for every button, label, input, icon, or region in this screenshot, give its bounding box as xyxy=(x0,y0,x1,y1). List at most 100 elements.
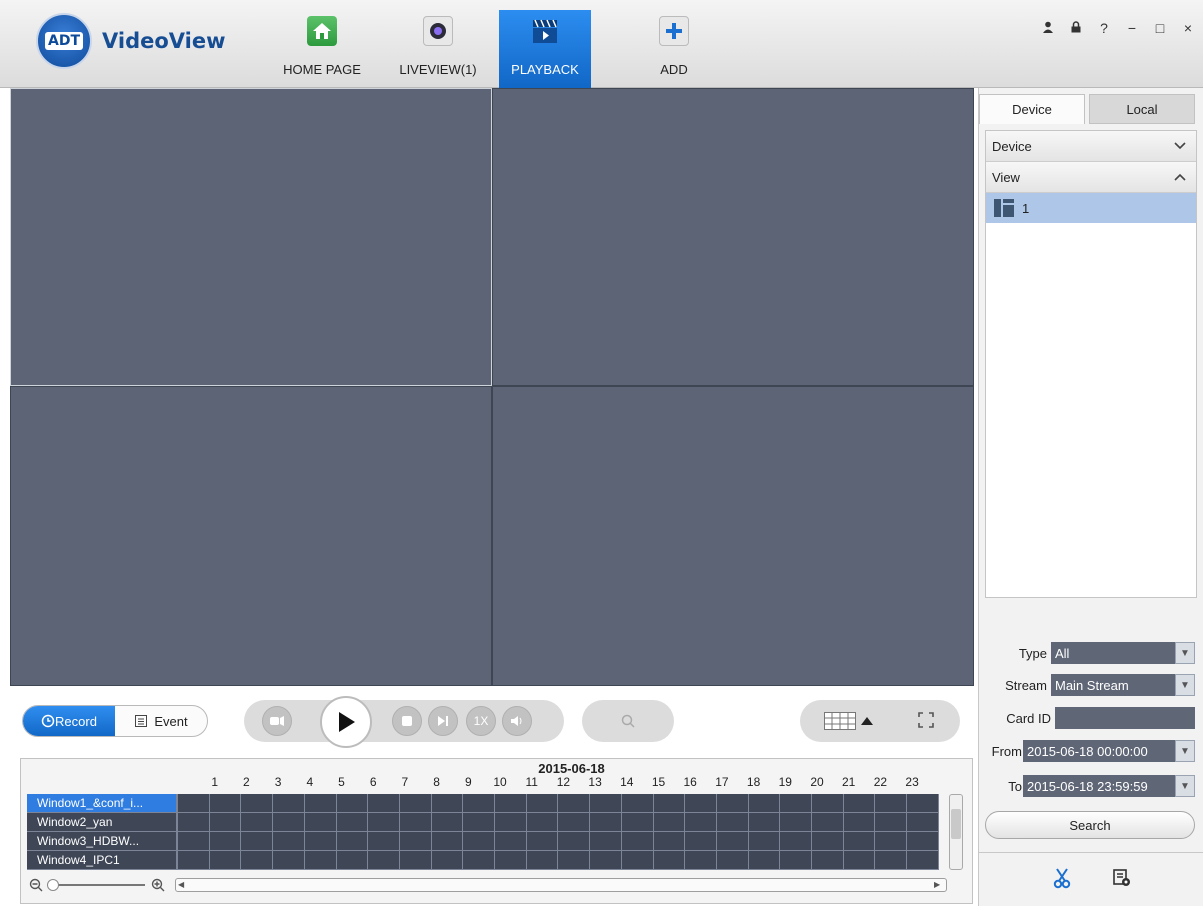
tab-home-page[interactable]: HOME PAGE xyxy=(276,10,368,88)
record-mode-label: Record xyxy=(55,713,97,729)
timeline-date: 2015-06-18 xyxy=(538,761,605,776)
tab-home-page-label: HOME PAGE xyxy=(283,62,361,77)
window-controls: ? − □ × xyxy=(1041,20,1195,36)
hour-tick-label: 21 xyxy=(842,775,856,789)
zoom-handle[interactable] xyxy=(47,879,59,891)
to-label: To xyxy=(1008,778,1022,794)
hour-tick-label: 9 xyxy=(464,775,472,789)
to-dropdown-icon[interactable]: ▼ xyxy=(1175,775,1195,797)
tab-add[interactable]: ADD xyxy=(628,10,720,88)
view-section-header[interactable]: View xyxy=(986,162,1196,193)
card-id-input[interactable] xyxy=(1055,707,1195,729)
top-bar: ADT VideoView HOME PAGE LIVEVIEW(1) PLAY… xyxy=(0,0,1203,88)
magnifier-icon xyxy=(621,714,635,728)
video-window-2[interactable] xyxy=(492,88,974,386)
zoom-track[interactable] xyxy=(47,879,145,891)
record-file-icon[interactable] xyxy=(1112,868,1132,891)
to-datetime-input[interactable]: 2015-06-18 23:59:59 xyxy=(1023,775,1175,797)
next-frame-button[interactable] xyxy=(428,706,458,736)
timeline-window-name[interactable]: Window3_HDBW... xyxy=(27,832,177,850)
search-button[interactable]: Search xyxy=(985,811,1195,839)
video-grid xyxy=(10,88,974,686)
close-icon[interactable]: × xyxy=(1181,20,1195,36)
stream-dropdown-icon[interactable]: ▼ xyxy=(1175,674,1195,696)
timeline-hour-line xyxy=(398,794,400,870)
play-icon xyxy=(339,712,355,732)
video-window-1[interactable] xyxy=(10,88,492,386)
timeline-window-name[interactable]: Window1_&conf_i... xyxy=(27,794,177,812)
timeline-hour-line xyxy=(779,794,781,870)
tab-local[interactable]: Local xyxy=(1089,94,1195,124)
timeline-row[interactable]: Window4_IPC1 xyxy=(27,851,939,870)
tab-device-label: Device xyxy=(1012,102,1052,117)
hour-tick-label: 7 xyxy=(401,775,409,789)
sync-play-button[interactable] xyxy=(262,706,292,736)
timeline-hour-line xyxy=(177,794,178,870)
scroll-thumb[interactable] xyxy=(951,809,961,839)
maximize-icon[interactable]: □ xyxy=(1153,20,1167,36)
lock-icon[interactable] xyxy=(1069,20,1083,36)
tab-device[interactable]: Device xyxy=(979,94,1085,124)
device-section-header[interactable]: Device xyxy=(986,131,1196,162)
tab-playback-label: PLAYBACK xyxy=(511,62,579,77)
fullscreen-button[interactable] xyxy=(918,712,934,731)
hour-tick-label: 15 xyxy=(651,775,666,789)
type-dropdown-icon[interactable]: ▼ xyxy=(1175,642,1195,664)
hour-tick-label: 5 xyxy=(338,775,345,789)
timeline-hour-line xyxy=(462,794,464,870)
scissors-icon[interactable] xyxy=(1052,867,1072,892)
tab-liveview[interactable]: LIVEVIEW(1) xyxy=(392,10,484,88)
hour-tick-label: 17 xyxy=(715,775,729,789)
from-dropdown-icon[interactable]: ▼ xyxy=(1175,740,1195,762)
timeline-vertical-scrollbar[interactable] xyxy=(949,794,963,870)
scroll-right-icon[interactable]: ▶ xyxy=(934,880,944,890)
timeline-grid[interactable]: Window1_&conf_i... Window2_yan Window3_H… xyxy=(27,794,939,870)
timeline-row[interactable]: Window2_yan xyxy=(27,813,939,832)
timeline-hour-line xyxy=(494,794,495,870)
hour-tick-label: 12 xyxy=(556,775,571,789)
playback-clapper-icon xyxy=(530,16,560,46)
timeline-horizontal-scrollbar[interactable]: ◀ ▶ xyxy=(175,878,947,892)
timeline-window-name[interactable]: Window2_yan xyxy=(27,813,177,831)
stream-select[interactable]: Main Stream xyxy=(1051,674,1175,696)
timeline-row[interactable]: Window1_&conf_i... xyxy=(27,794,939,813)
app-logo: ADT VideoView xyxy=(36,13,226,69)
speed-button[interactable]: 1X xyxy=(466,706,496,736)
play-button[interactable] xyxy=(320,696,372,748)
video-window-3[interactable] xyxy=(10,386,492,686)
timeline-hour-line xyxy=(842,794,844,870)
digital-zoom-button[interactable] xyxy=(582,700,674,742)
hour-tick-label: 20 xyxy=(810,775,824,789)
record-mode-button[interactable]: Record xyxy=(23,706,115,736)
timeline-hour-line xyxy=(589,794,591,870)
scroll-left-icon[interactable]: ◀ xyxy=(178,880,188,890)
plus-icon xyxy=(659,16,689,46)
timeline-window-name[interactable]: Window4_IPC1 xyxy=(27,851,177,869)
minimize-icon[interactable]: − xyxy=(1125,20,1139,36)
type-select[interactable]: All xyxy=(1051,642,1175,664)
camera-icon xyxy=(423,16,453,46)
from-datetime-input[interactable]: 2015-06-18 00:00:00 xyxy=(1023,740,1175,762)
timeline-hour-line xyxy=(937,794,939,870)
playback-controls: Record Event 1X xyxy=(10,686,974,758)
timeline-hour-line xyxy=(557,794,559,870)
timeline-hour-line xyxy=(620,794,622,870)
layout-split-button[interactable] xyxy=(824,712,874,730)
timeline-row[interactable]: Window3_HDBW... xyxy=(27,832,939,851)
user-icon[interactable] xyxy=(1041,20,1055,36)
playback-button-group: 1X xyxy=(244,696,564,748)
stop-button[interactable] xyxy=(392,706,422,736)
help-icon[interactable]: ? xyxy=(1097,20,1111,36)
sync-icon xyxy=(270,716,284,726)
to-row: To 2015-06-18 23:59:59 ▼ xyxy=(979,774,1199,798)
hour-tick-label: 6 xyxy=(369,775,377,789)
tab-playback[interactable]: PLAYBACK xyxy=(499,10,591,88)
hour-tick-label: 2 xyxy=(243,775,250,789)
view-item-1[interactable]: 1 xyxy=(986,193,1196,223)
event-mode-button[interactable]: Event xyxy=(115,706,207,736)
video-window-4[interactable] xyxy=(492,386,974,686)
next-frame-icon xyxy=(438,716,448,726)
volume-button[interactable] xyxy=(502,706,532,736)
zoom-in-icon[interactable] xyxy=(151,878,165,892)
zoom-out-icon[interactable] xyxy=(29,878,43,892)
